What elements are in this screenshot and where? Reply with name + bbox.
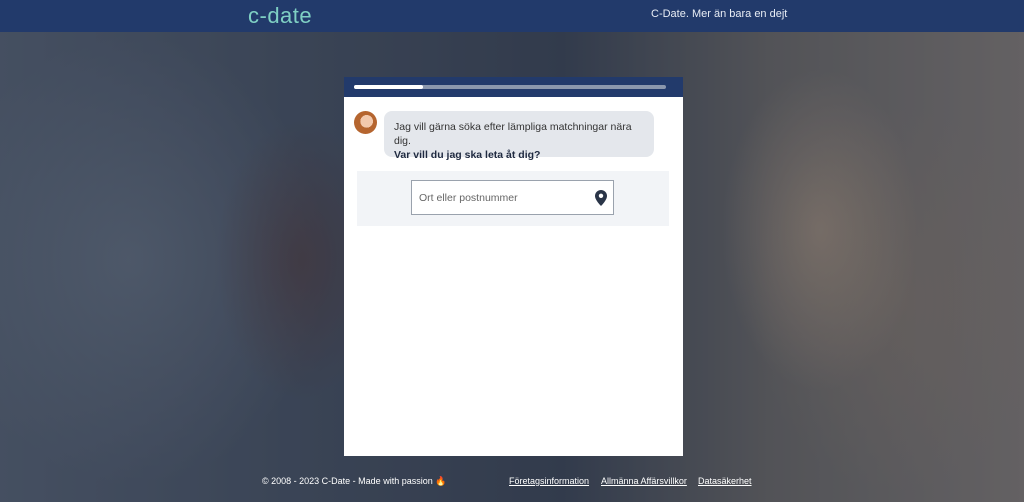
footer-link-data-security[interactable]: Datasäkerhet <box>698 476 752 486</box>
copyright-text: © 2008 - 2023 C-Date - Made with passion <box>262 476 433 486</box>
chat-bubble: Jag vill gärna söka efter lämpliga match… <box>384 111 654 161</box>
footer: © 2008 - 2023 C-Date - Made with passion… <box>0 470 1024 492</box>
footer-link-terms[interactable]: Allmänna Affärsvillkor <box>601 476 687 486</box>
location-input[interactable] <box>412 181 589 214</box>
assistant-avatar <box>354 111 377 134</box>
map-pin-icon[interactable] <box>595 190 607 206</box>
chat-message: Jag vill gärna söka efter lämpliga match… <box>394 121 632 147</box>
tagline: C-Date. Mer än bara en dejt <box>651 8 788 20</box>
location-field-wrapper[interactable] <box>411 180 614 215</box>
chat-question: Var vill du jag ska leta åt dig? <box>394 149 541 161</box>
logo[interactable]: c-date <box>248 3 312 29</box>
copyright: © 2008 - 2023 C-Date - Made with passion… <box>262 476 446 487</box>
progress-bar <box>354 85 666 89</box>
progress-fill <box>354 85 423 89</box>
questionnaire-card: Jag vill gärna söka efter lämpliga match… <box>344 77 683 456</box>
footer-link-company-info[interactable]: Företagsinformation <box>509 476 589 486</box>
top-bar: c-date C-Date. Mer än bara en dejt <box>0 0 1024 32</box>
location-panel <box>357 171 669 226</box>
flame-icon: 🔥 <box>435 476 447 486</box>
card-header <box>344 77 683 97</box>
